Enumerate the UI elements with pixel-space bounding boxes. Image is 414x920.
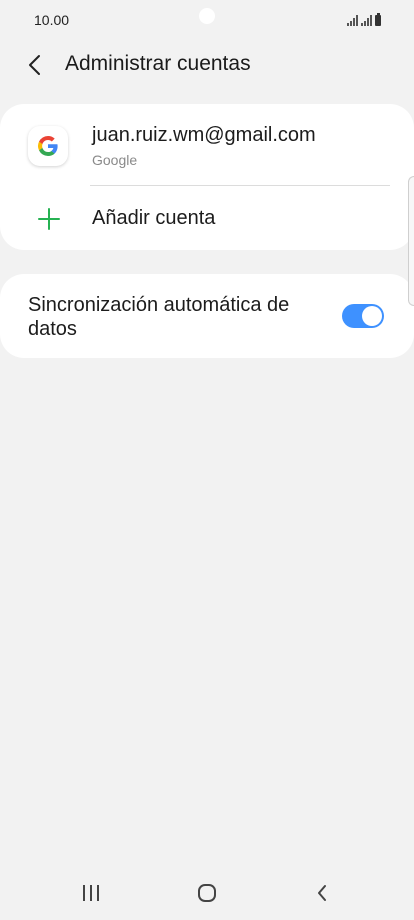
accounts-card: juan.ruiz.wm@gmail.com Google Añadir cue…	[0, 104, 414, 250]
back-icon	[318, 885, 326, 901]
status-time: 10.00	[34, 12, 70, 28]
plus-icon	[38, 208, 60, 230]
google-logo-icon	[28, 126, 68, 166]
recent-apps-button[interactable]	[71, 878, 111, 908]
auto-sync-label: Sincronización automática de datos	[28, 294, 290, 340]
signal-icon	[347, 14, 358, 26]
add-account-button[interactable]: Añadir cuenta	[0, 186, 414, 250]
scroll-indicator[interactable]	[408, 176, 414, 306]
home-icon	[198, 884, 216, 902]
back-button[interactable]	[18, 48, 52, 82]
auto-sync-row[interactable]: Sincronización automática de datos	[0, 274, 414, 358]
account-provider: Google	[92, 152, 138, 168]
account-email: juan.ruiz.wm@gmail.com	[92, 124, 316, 146]
sync-card: Sincronización automática de datos	[0, 274, 414, 358]
toggle-knob	[362, 306, 382, 326]
nav-back-button[interactable]	[302, 878, 342, 908]
signal-icon	[361, 14, 372, 26]
page-title: Administrar cuentas	[65, 52, 251, 75]
chevron-left-icon	[29, 55, 40, 75]
status-bar: 10.00	[0, 0, 414, 40]
status-icons	[347, 12, 381, 26]
add-account-label: Añadir cuenta	[92, 207, 216, 229]
recent-apps-icon	[83, 885, 99, 901]
app-header: Administrar cuentas	[0, 40, 414, 88]
auto-sync-toggle[interactable]	[342, 304, 384, 328]
account-item-google[interactable]: juan.ruiz.wm@gmail.com Google	[0, 104, 414, 186]
battery-icon	[375, 13, 381, 26]
home-button[interactable]	[187, 878, 227, 908]
camera-cutout	[199, 8, 215, 24]
navigation-bar	[0, 862, 414, 920]
